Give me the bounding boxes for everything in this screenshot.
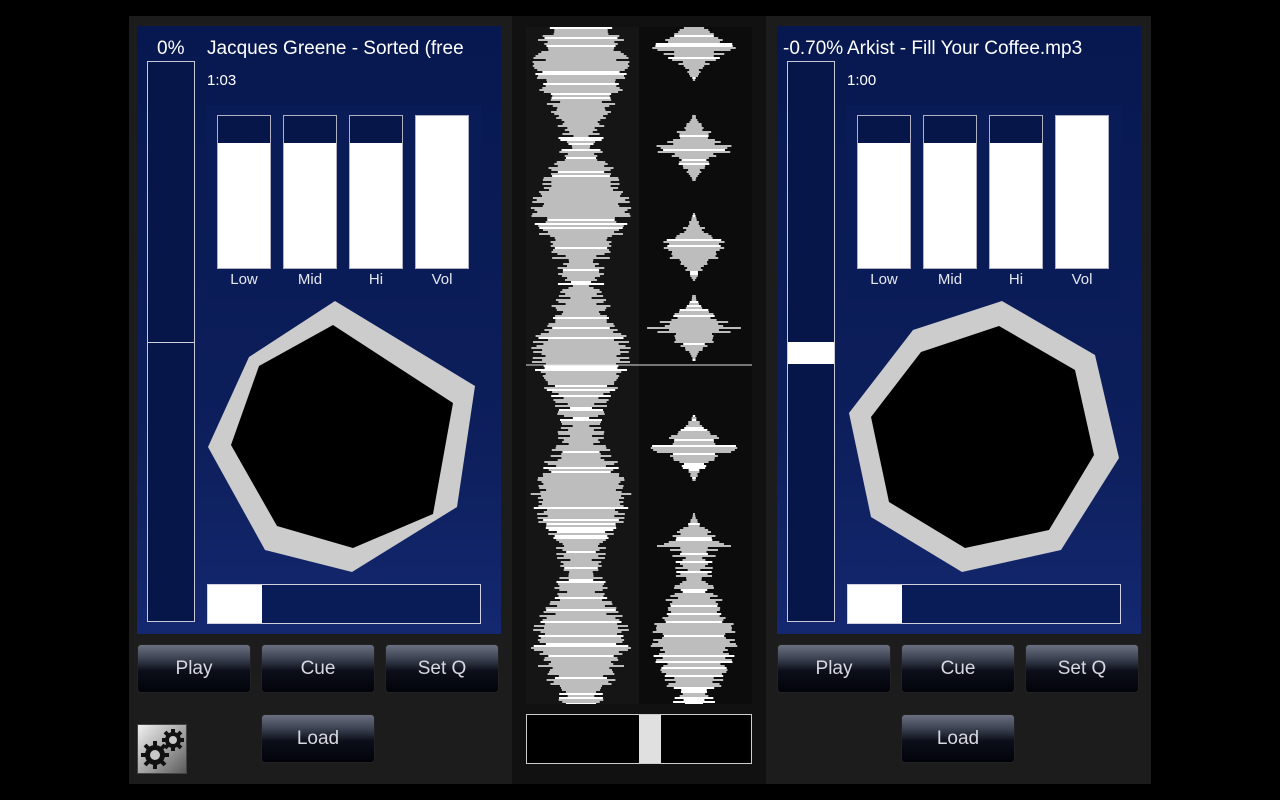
deck-left-label-low: Low [230, 271, 258, 288]
fader-knob[interactable] [350, 116, 402, 144]
deck-right-play-button[interactable]: Play [777, 644, 891, 693]
deck-right-eq-section: Low Mid Hi Vol [847, 105, 1121, 300]
deck-right-fader-mid[interactable] [923, 115, 977, 269]
deck-right-load-button[interactable]: Load [901, 714, 1015, 763]
deck-right-label-mid: Mid [937, 271, 963, 288]
crossfader[interactable] [526, 714, 752, 764]
deck-left-fader-low[interactable] [217, 115, 271, 269]
deck-left-cue-button[interactable]: Cue [261, 644, 375, 693]
deck-right-fader-hi[interactable] [989, 115, 1043, 269]
deck-right-label-low: Low [870, 271, 898, 288]
deck-left-time: 1:03 [207, 72, 237, 89]
fader-knob[interactable] [218, 116, 270, 144]
deck-left-fader-mid[interactable] [283, 115, 337, 269]
deck-left-fader-vol[interactable] [415, 115, 469, 269]
deck-right-progress-fill [848, 585, 903, 623]
fader-knob[interactable] [284, 116, 336, 144]
deck-left-progress-fill [208, 585, 263, 623]
deck-left-setq-button[interactable]: Set Q [385, 644, 499, 693]
deck-right-track-title: Arkist - Fill Your Coffee.mp3 [847, 38, 1083, 59]
waveform-overview[interactable] [526, 27, 752, 705]
waveform-svg [526, 27, 752, 705]
crossfader-thumb[interactable] [639, 715, 661, 763]
deck-left-eq-section: Low Mid Hi Vol [207, 105, 481, 300]
deck-left-play-button[interactable]: Play [137, 644, 251, 693]
gears-icon [141, 729, 184, 769]
deck-left-progress-bar[interactable] [207, 584, 481, 624]
deck-right-progress-bar[interactable] [847, 584, 1121, 624]
deck-right-pitch-thumb[interactable] [788, 342, 834, 364]
deck-left-track-title: Jacques Greene - Sorted (free [207, 38, 464, 59]
deck-left-label-mid: Mid [297, 271, 323, 288]
deck-left-jog-wheel[interactable] [207, 300, 481, 580]
deck-right-pitch-readout: -0.70% [783, 38, 844, 59]
deck-right-cue-button[interactable]: Cue [901, 644, 1015, 693]
deck-left-label-hi: Hi [368, 271, 384, 288]
deck-left-pitch-slider[interactable] [147, 61, 195, 622]
deck-left-pitch-readout: 0% [157, 38, 185, 59]
settings-button[interactable] [137, 724, 187, 774]
deck-right-label-hi: Hi [1008, 271, 1024, 288]
deck-right-label-vol: Vol [1071, 271, 1093, 288]
deck-right-pitch-slider[interactable] [787, 61, 835, 622]
deck-right-setq-button[interactable]: Set Q [1025, 644, 1139, 693]
deck-left-pitch-indicator[interactable] [148, 342, 194, 343]
deck-left-load-button[interactable]: Load [261, 714, 375, 763]
fader-knob[interactable] [924, 116, 976, 144]
deck-right-time: 1:00 [847, 72, 877, 89]
fader-knob[interactable] [990, 116, 1042, 144]
fader-knob[interactable] [858, 116, 910, 144]
deck-left-label-vol: Vol [431, 271, 453, 288]
deck-right-jog-wheel[interactable] [847, 300, 1121, 580]
deck-left-fader-hi[interactable] [349, 115, 403, 269]
deck-right-fader-vol[interactable] [1055, 115, 1109, 269]
deck-right-fader-low[interactable] [857, 115, 911, 269]
